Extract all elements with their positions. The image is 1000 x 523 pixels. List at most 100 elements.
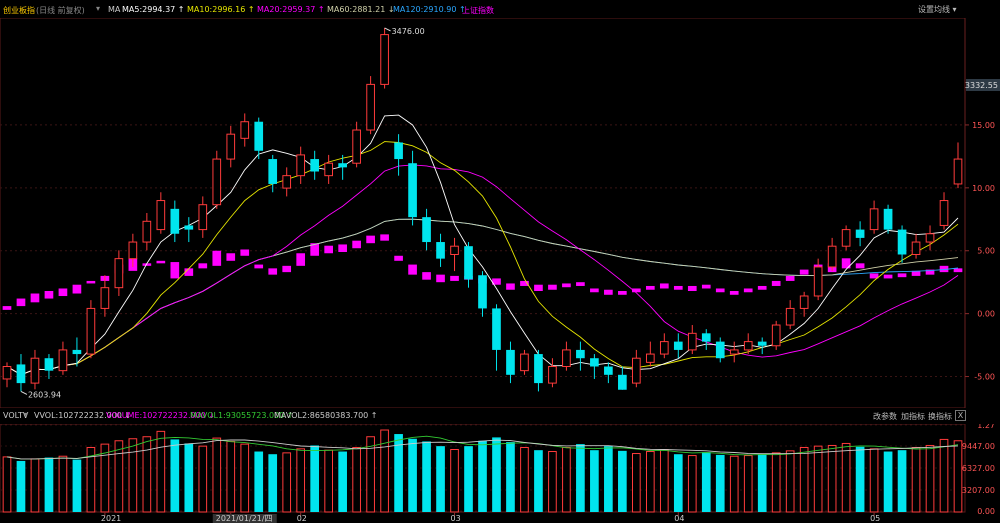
volume-bar <box>673 454 683 512</box>
volume-bar <box>590 450 599 512</box>
candle-body <box>156 200 166 231</box>
volume-bar <box>785 450 795 513</box>
candle-body <box>673 341 683 350</box>
overlay-candle <box>506 283 515 290</box>
candle-body <box>799 295 809 309</box>
dropdown-arrow-icon[interactable]: ▾ <box>24 410 28 419</box>
candle-body <box>855 229 865 238</box>
overlay-candle <box>562 283 571 288</box>
volume-bar <box>715 454 725 512</box>
switch-indicator-button[interactable]: 换指标 <box>928 411 952 422</box>
candle-body <box>366 83 375 131</box>
candle-body <box>548 366 557 384</box>
add-indicator-button[interactable]: 加指标 <box>901 411 925 422</box>
overlay-index-label: 上证指数 <box>462 6 494 15</box>
volume-bar <box>911 446 921 513</box>
change-params-button[interactable]: 改参数 <box>873 411 897 422</box>
overlay-candle <box>352 240 361 249</box>
candle-body <box>632 357 641 384</box>
index-title[interactable]: 创业板指 <box>3 5 35 16</box>
overlay-candle <box>785 275 795 281</box>
overlay-candle <box>72 284 82 294</box>
ma60-value: MA60:2881.21 ↓ <box>327 5 395 14</box>
candle-body <box>757 341 767 346</box>
candle-body <box>212 158 222 206</box>
volume-bar <box>408 438 417 512</box>
overlay-candle <box>212 250 222 266</box>
volume-bar <box>114 440 124 513</box>
volume-bar <box>296 448 306 513</box>
overlay-candle <box>673 285 683 290</box>
volume-bar <box>170 439 180 512</box>
candle-body <box>198 204 208 231</box>
close-icon[interactable]: X <box>955 410 966 421</box>
overlay-candle <box>422 272 431 280</box>
volume-bar <box>659 449 669 513</box>
candle-body <box>953 158 963 185</box>
candle-body <box>310 159 320 172</box>
candle-body <box>72 349 82 355</box>
candle-body <box>659 341 669 355</box>
dropdown-arrow-icon[interactable]: ▾ <box>96 4 100 13</box>
volume-bar <box>729 455 739 513</box>
volume-bar <box>212 437 222 513</box>
candle-body <box>394 142 403 160</box>
overlay-candle <box>855 263 865 269</box>
candle-body <box>226 133 236 160</box>
volume-bar <box>30 458 40 513</box>
volume-tick-label: 6327.00 <box>962 464 995 473</box>
overlay-candle <box>16 298 26 307</box>
candle-body <box>44 358 54 371</box>
candle-body <box>771 324 781 347</box>
current-price-label: 3332.55 <box>965 81 998 90</box>
candle-body <box>562 349 571 368</box>
candle-body <box>701 333 711 342</box>
overlay-candle <box>701 284 711 289</box>
candle-body <box>729 349 739 355</box>
volume-bar <box>687 455 697 513</box>
ma20-value: MA20:2959.37 ↑ <box>257 5 325 14</box>
min-price-label: 2603.94 <box>28 390 61 399</box>
volume-bar <box>254 451 264 512</box>
overlay-candle <box>198 263 208 269</box>
chart-subtitle: (日线 前复权) <box>36 6 85 15</box>
candle-body <box>16 364 26 384</box>
overlay-candle <box>226 253 236 261</box>
volume-bar <box>576 444 585 512</box>
candle-body <box>687 332 697 351</box>
candle-body <box>925 233 935 243</box>
right-tick-label: 10.00 <box>972 184 995 193</box>
main-frame <box>0 18 966 408</box>
volume-bar <box>506 442 515 512</box>
overlay-candle <box>604 289 613 295</box>
volume-bar <box>100 443 110 513</box>
overlay-candle <box>743 288 753 293</box>
overlay-candle <box>771 280 781 286</box>
volume-bar <box>464 446 473 512</box>
candle-body <box>338 163 347 168</box>
volume-tick-label: 9447.00 <box>962 442 995 451</box>
overlay-candle <box>268 268 278 275</box>
candle-body <box>100 287 110 309</box>
overlay-candle <box>534 284 543 291</box>
volume-bar <box>743 455 753 513</box>
candle-body <box>30 357 40 384</box>
candle-body <box>296 154 306 177</box>
candle-body <box>380 34 389 85</box>
ma-settings-button[interactable]: 设置均线 ▾ <box>918 4 957 15</box>
volume-bar <box>226 440 236 513</box>
volume-bar <box>869 448 879 513</box>
main-chart[interactable]: 15.00 10.00 5.00 0.00 -5.00 3476.00 2603.94 333… <box>0 18 1000 408</box>
candle-body <box>911 241 921 255</box>
candle-body <box>604 366 613 375</box>
candle-body <box>478 275 487 309</box>
candle-body <box>715 341 725 359</box>
volume-bar <box>604 446 613 512</box>
volume-chart[interactable]: 1.27 9447.00 6327.00 3207.00 0.00 2021 2021/01… <box>0 424 1000 523</box>
volume-bar <box>953 440 963 513</box>
volume-bar <box>897 450 907 512</box>
candle-body <box>450 245 459 255</box>
volume-bar <box>44 457 54 512</box>
candle-body <box>464 246 473 280</box>
candle-body <box>114 258 124 289</box>
